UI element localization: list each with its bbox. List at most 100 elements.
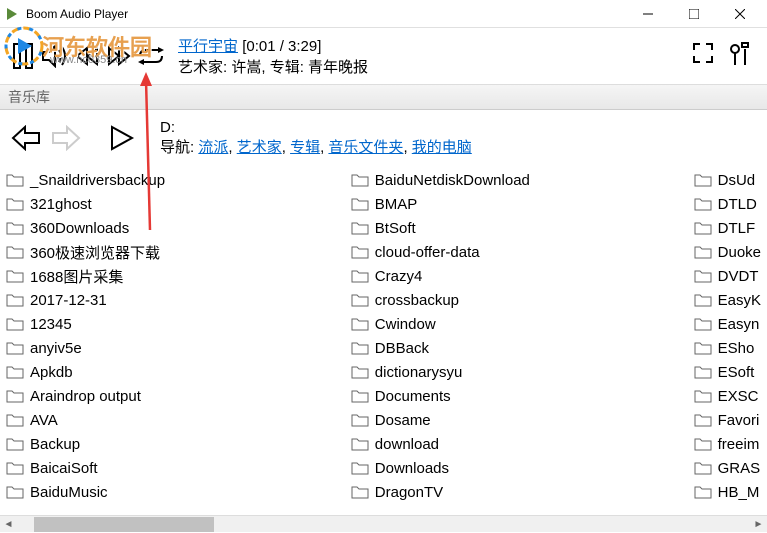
folder-label: Duoke [718, 244, 761, 261]
folder-item[interactable]: Duoke [688, 240, 767, 264]
folder-label: ESoft [718, 364, 755, 381]
folder-icon [351, 197, 369, 211]
folder-item[interactable]: BaicaiSoft [0, 456, 345, 480]
folder-item[interactable]: BtSoft [345, 216, 688, 240]
folder-label: BaiduNetdiskDownload [375, 172, 530, 189]
folder-label: _Snaildriversbackup [30, 172, 165, 189]
folder-icon [694, 365, 712, 379]
folder-label: crossbackup [375, 292, 459, 309]
folder-item[interactable]: GRAS [688, 456, 767, 480]
nav-link-music-folder[interactable]: 音乐文件夹 [328, 139, 403, 156]
folder-label: GRAS [718, 460, 761, 477]
folder-icon [6, 221, 24, 235]
folder-item[interactable]: HB_M [688, 480, 767, 504]
folder-icon [694, 413, 712, 427]
folder-icon [6, 341, 24, 355]
folder-item[interactable]: Easyn [688, 312, 767, 336]
folder-label: AVA [30, 412, 58, 429]
folder-icon [6, 485, 24, 499]
folder-icon [694, 221, 712, 235]
folder-item[interactable]: BaiduNetdiskDownload [345, 168, 688, 192]
folder-label: Backup [30, 436, 80, 453]
folder-item[interactable]: EXSC [688, 384, 767, 408]
folder-item[interactable]: Documents [345, 384, 688, 408]
folder-icon [694, 317, 712, 331]
folder-item[interactable]: Cwindow [345, 312, 688, 336]
folder-item[interactable]: crossbackup [345, 288, 688, 312]
folder-item[interactable]: 360Downloads [0, 216, 345, 240]
folder-icon [351, 317, 369, 331]
nav-link-my-computer[interactable]: 我的电脑 [412, 139, 472, 156]
folder-item[interactable]: 2017-12-31 [0, 288, 345, 312]
nav-link-album[interactable]: 专辑 [290, 139, 320, 156]
nav-forward-button[interactable] [48, 120, 84, 156]
folder-icon [694, 437, 712, 451]
horizontal-scrollbar[interactable]: ◄ ► [0, 515, 767, 532]
folder-item[interactable]: Crazy4 [345, 264, 688, 288]
folder-item[interactable]: dictionarysyu [345, 360, 688, 384]
folder-item[interactable]: BMAP [345, 192, 688, 216]
library-header: 音乐库 [0, 84, 767, 110]
folder-icon [6, 293, 24, 307]
scroll-left-button[interactable]: ◄ [0, 516, 17, 533]
folder-item[interactable]: BaiduMusic [0, 480, 345, 504]
album-name: 青年晚报 [308, 59, 368, 76]
folder-item[interactable]: AVA [0, 408, 345, 432]
folder-item[interactable]: Downloads [345, 456, 688, 480]
folder-icon [351, 269, 369, 283]
folder-icon [694, 485, 712, 499]
close-button[interactable] [717, 0, 763, 28]
folder-label: DTLF [718, 220, 756, 237]
folder-label: DsUd [718, 172, 756, 189]
artist-label: 艺术家: [178, 59, 227, 76]
folder-item[interactable]: DragonTV [345, 480, 688, 504]
nav-back-button[interactable] [8, 120, 44, 156]
folder-icon [694, 461, 712, 475]
folder-item[interactable]: DBBack [345, 336, 688, 360]
folder-item[interactable]: ESho [688, 336, 767, 360]
folder-item[interactable]: 12345 [0, 312, 345, 336]
folder-item[interactable]: cloud-offer-data [345, 240, 688, 264]
nav-link-genre[interactable]: 流派 [198, 139, 228, 156]
folder-item[interactable]: Araindrop output [0, 384, 345, 408]
current-path: D: [160, 119, 472, 136]
folder-icon [694, 173, 712, 187]
maximize-button[interactable] [671, 0, 717, 28]
scroll-right-button[interactable]: ► [750, 516, 767, 533]
settings-button[interactable] [729, 41, 751, 72]
folder-item[interactable]: Favori [688, 408, 767, 432]
folder-item[interactable]: DTLD [688, 192, 767, 216]
folder-icon [6, 389, 24, 403]
folder-item[interactable]: DsUd [688, 168, 767, 192]
folder-item[interactable]: EasyK [688, 288, 767, 312]
folder-icon [6, 413, 24, 427]
scroll-thumb[interactable] [34, 517, 214, 532]
window-title: Boom Audio Player [26, 7, 625, 21]
folder-label: HB_M [718, 484, 760, 501]
folder-icon [694, 269, 712, 283]
folder-item[interactable]: Backup [0, 432, 345, 456]
folder-item[interactable]: 360极速浏览器下载 [0, 240, 345, 264]
folder-label: 321ghost [30, 196, 92, 213]
folder-item[interactable]: DVDT [688, 264, 767, 288]
minimize-button[interactable] [625, 0, 671, 28]
folder-label: DBBack [375, 340, 429, 357]
artist-name: 许嵩 [231, 59, 261, 76]
now-playing-title[interactable]: 平行宇宙 [178, 38, 238, 55]
folder-label: EasyK [718, 292, 761, 309]
play-all-button[interactable] [104, 120, 140, 156]
folder-icon [351, 389, 369, 403]
folder-item[interactable]: freeim [688, 432, 767, 456]
folder-item[interactable]: Dosame [345, 408, 688, 432]
nav-link-artist[interactable]: 艺术家 [237, 139, 282, 156]
folder-item[interactable]: _Snaildriversbackup [0, 168, 345, 192]
folder-item[interactable]: 1688图片采集 [0, 264, 345, 288]
folder-icon [6, 317, 24, 331]
folder-item[interactable]: anyiv5e [0, 336, 345, 360]
folder-item[interactable]: ESoft [688, 360, 767, 384]
folder-item[interactable]: DTLF [688, 216, 767, 240]
folder-item[interactable]: Apkdb [0, 360, 345, 384]
folder-item[interactable]: download [345, 432, 688, 456]
fullscreen-button[interactable] [691, 41, 715, 72]
folder-item[interactable]: 321ghost [0, 192, 345, 216]
